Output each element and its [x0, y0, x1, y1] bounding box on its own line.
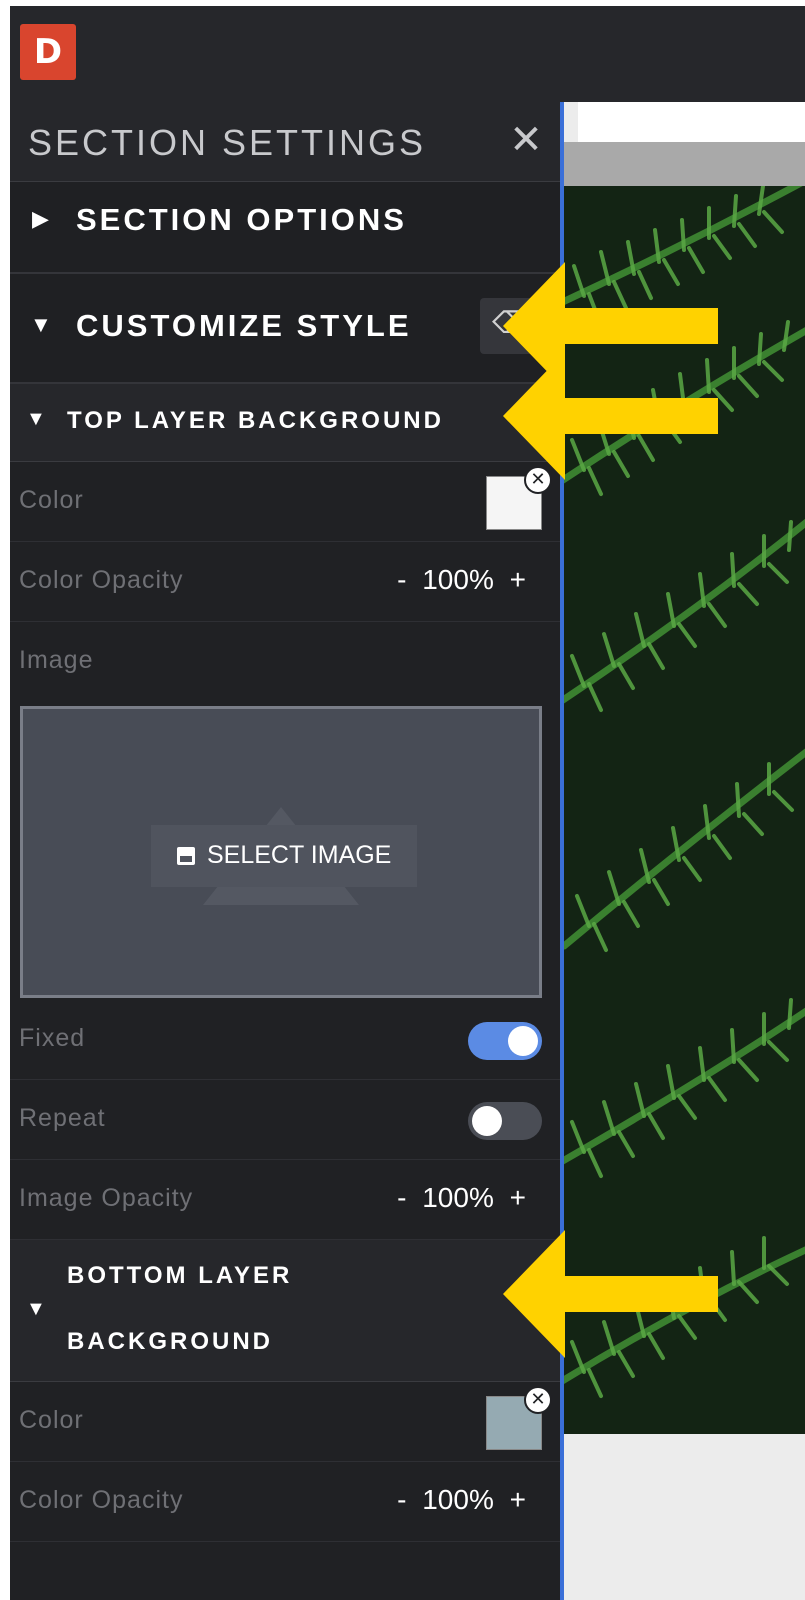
canvas-header-block — [578, 102, 805, 142]
top-image-label: Image — [19, 646, 94, 674]
decrement-button[interactable]: - — [389, 1182, 414, 1214]
toggle-knob — [508, 1026, 538, 1056]
caret-down-icon: ▼ — [26, 408, 46, 430]
decrement-button[interactable]: - — [389, 564, 414, 596]
toggle-knob — [472, 1106, 502, 1136]
top-color-row: Color ✕ — [10, 462, 560, 542]
top-color-opacity-value: 100% — [422, 564, 494, 595]
panel-header: SECTION SETTINGS ✕ — [10, 102, 560, 182]
repeat-row: Repeat — [10, 1080, 560, 1160]
image-opacity-label: Image Opacity — [19, 1184, 194, 1212]
fixed-label: Fixed — [19, 1024, 86, 1052]
caret-down-icon: ▼ — [26, 1298, 46, 1320]
bottom-layer-background-header[interactable]: ▼ BOTTOM LAYER BACKGROUND — [10, 1240, 560, 1382]
top-color-opacity-row: Color Opacity - 100% + — [10, 542, 560, 622]
image-opacity-row: Image Opacity - 100% + — [10, 1160, 560, 1240]
bottom-color-opacity-label: Color Opacity — [19, 1486, 184, 1514]
section-options-label: SECTION OPTIONS — [76, 202, 407, 237]
app-logo[interactable]: D — [20, 24, 76, 80]
image-icon — [177, 847, 195, 865]
decrement-button[interactable]: - — [389, 1484, 414, 1516]
section-settings-panel: SECTION SETTINGS ✕ ▶ SECTION OPTIONS ▼ C… — [10, 102, 560, 1600]
image-opacity-stepper: - 100% + — [389, 1182, 534, 1214]
bottom-color-label: Color — [19, 1406, 84, 1434]
editor-app: D SECTION SETTINGS ✕ ▶ SECTION OPTIONS ▼… — [10, 6, 805, 1600]
increment-button[interactable]: + — [502, 564, 534, 596]
bottom-color-opacity-stepper: - 100% + — [389, 1484, 534, 1516]
fixed-row: Fixed — [10, 1000, 560, 1080]
section-options-accordion[interactable]: ▶ SECTION OPTIONS — [10, 182, 560, 274]
annotation-arrow-icon — [503, 1230, 718, 1358]
caret-down-icon: ▼ — [30, 312, 52, 337]
image-picker[interactable]: SELECT IMAGE — [20, 706, 542, 998]
increment-button[interactable]: + — [502, 1182, 534, 1214]
top-color-opacity-label: Color Opacity — [19, 566, 184, 594]
bottom-color-row: Color ✕ — [10, 1382, 560, 1462]
top-color-label: Color — [19, 486, 84, 514]
increment-button[interactable]: + — [502, 1484, 534, 1516]
customize-style-accordion[interactable]: ▼ CUSTOMIZE STYLE ⌫ — [10, 274, 560, 384]
bottom-color-opacity-value: 100% — [422, 1484, 494, 1515]
caret-right-icon: ▶ — [32, 206, 49, 231]
top-color-opacity-stepper: - 100% + — [389, 564, 534, 596]
top-layer-background-header[interactable]: ▼ TOP LAYER BACKGROUND — [10, 384, 560, 462]
customize-style-label: CUSTOMIZE STYLE — [76, 308, 412, 343]
top-bar: D — [10, 6, 805, 102]
remove-color-icon[interactable]: ✕ — [524, 1386, 552, 1414]
canvas-gray-strip — [564, 142, 805, 186]
top-layer-background-label: TOP LAYER BACKGROUND — [67, 407, 444, 434]
repeat-toggle[interactable] — [468, 1102, 542, 1140]
repeat-label: Repeat — [19, 1104, 106, 1132]
image-opacity-value: 100% — [422, 1182, 494, 1213]
select-image-label: SELECT IMAGE — [207, 841, 392, 869]
annotation-arrow-icon — [503, 352, 718, 480]
fixed-toggle[interactable] — [468, 1022, 542, 1060]
panel-title: SECTION SETTINGS — [28, 122, 427, 163]
select-image-button[interactable]: SELECT IMAGE — [151, 825, 417, 887]
top-image-row: Image — [10, 622, 560, 702]
bottom-color-opacity-row: Color Opacity - 100% + — [10, 1462, 560, 1542]
bottom-layer-label-line2: BACKGROUND — [67, 1328, 273, 1355]
bottom-layer-label-line1: BOTTOM LAYER — [67, 1262, 293, 1289]
close-button[interactable]: ✕ — [506, 118, 546, 162]
